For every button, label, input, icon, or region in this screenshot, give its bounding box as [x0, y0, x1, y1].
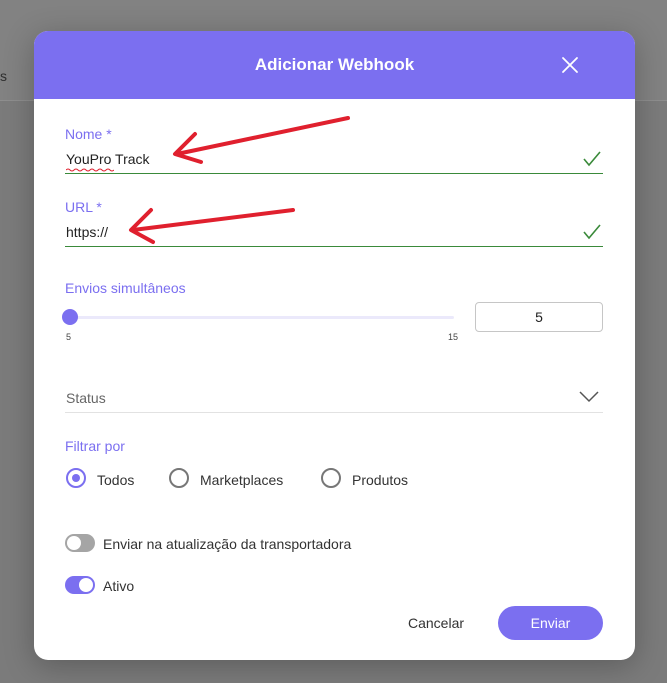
add-webhook-dialog: Adicionar Webhook Nome * URL * Envios si… — [34, 31, 635, 660]
radio-todos-label: Todos — [97, 472, 135, 488]
carrier-update-toggle-label: Enviar na atualização da transportadora — [103, 536, 352, 552]
dialog-header: Adicionar Webhook — [34, 31, 635, 99]
concurrent-sends-slider[interactable] — [62, 309, 454, 325]
slider-max-label: 15 — [448, 332, 459, 342]
concurrent-sends-number-field[interactable] — [475, 302, 603, 332]
radio-dot — [72, 474, 80, 482]
active-toggle-label: Ativo — [103, 578, 135, 594]
active-toggle[interactable] — [65, 576, 95, 594]
submit-button[interactable]: Enviar — [498, 606, 603, 640]
radio-produtos-label: Produtos — [352, 472, 409, 488]
status-select-placeholder: Status — [66, 390, 106, 406]
background-tab-label: s — [0, 68, 7, 84]
filter-by-label: Filtrar por — [65, 438, 125, 454]
valid-check-icon — [583, 224, 601, 240]
radio-unchecked-icon — [321, 468, 341, 488]
radio-unchecked-icon — [169, 468, 189, 488]
slider-thumb[interactable] — [62, 309, 78, 325]
valid-check-icon — [583, 151, 601, 167]
url-field-label: URL * — [65, 199, 102, 215]
name-field-label: Nome * — [65, 126, 112, 142]
radio-marketplaces-label: Marketplaces — [200, 472, 284, 488]
url-input[interactable] — [66, 224, 566, 240]
toggle-knob — [67, 536, 81, 550]
status-select[interactable]: Status — [65, 383, 603, 413]
chevron-down-icon — [579, 391, 599, 403]
name-field[interactable] — [65, 145, 603, 174]
name-input[interactable] — [66, 151, 566, 167]
carrier-update-toggle[interactable] — [65, 534, 95, 552]
toggle-knob — [79, 578, 93, 592]
concurrent-sends-input[interactable] — [476, 309, 602, 325]
spellcheck-underline — [66, 168, 114, 172]
close-icon[interactable] — [560, 55, 580, 75]
radio-checked-icon — [66, 468, 86, 488]
concurrent-sends-label: Envios simultâneos — [65, 280, 186, 296]
url-field[interactable] — [65, 218, 603, 247]
slider-min-label: 5 — [66, 332, 72, 342]
dialog-title: Adicionar Webhook — [254, 55, 415, 74]
cancel-button[interactable]: Cancelar — [389, 606, 483, 640]
